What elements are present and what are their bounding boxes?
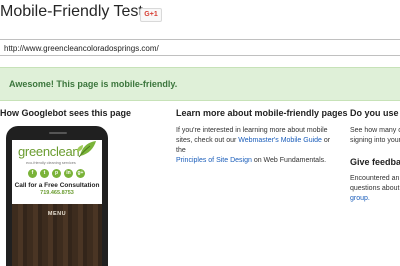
page-title: Mobile-Friendly Test [0,3,143,20]
right-text-2: Encountered an i questions about f [350,175,400,192]
site-menu-bar[interactable]: MENU [12,204,102,266]
phone-speaker [49,132,67,134]
right-text-1: See how many o signing into your [350,127,400,144]
site-design-link[interactable]: Principles of Site Design [176,157,252,164]
twitter-icon[interactable]: t [40,169,49,178]
site-menu-label: MENU [47,211,67,217]
result-banner: Awesome! This page is mobile-friendly. [0,67,400,101]
right-link-wrap: group. [350,194,370,204]
right-heading-1: Do you use C [350,108,400,118]
site-phone-number: 719.465.8753 [40,190,74,196]
phone-preview: greenclean eco-friendly cleaning service… [6,126,108,266]
google-plus-one-button[interactable]: G+1 [140,8,162,22]
preview-heading: How Googlebot sees this page [0,108,132,118]
learn-more-heading: Learn more about mobile-friendly pages [176,108,348,118]
site-cta: Call for a Free Consultation [14,182,100,189]
mobile-guide-link[interactable]: Webmaster's Mobile Guide [238,137,322,144]
right-heading-2: Give feedba [350,157,400,167]
site-logo-text: greenclean [18,144,80,159]
learn-more-text-3: on Web Fundamentals. [253,157,327,164]
googleplus-icon[interactable]: g+ [76,169,85,178]
phone-screen: greenclean eco-friendly cleaning service… [12,140,102,266]
forum-group-link[interactable]: group. [350,195,370,202]
site-tagline: eco-friendly cleaning services [26,161,76,165]
linkedin-icon[interactable]: in [64,169,73,178]
facebook-icon[interactable]: f [28,169,37,178]
leaf-icon [77,141,96,158]
learn-more-text: If you're interested in learning more ab… [176,126,336,166]
url-input[interactable]: http://www.greencleancoloradosprings.com… [0,39,400,56]
pinterest-icon[interactable]: p [52,169,61,178]
